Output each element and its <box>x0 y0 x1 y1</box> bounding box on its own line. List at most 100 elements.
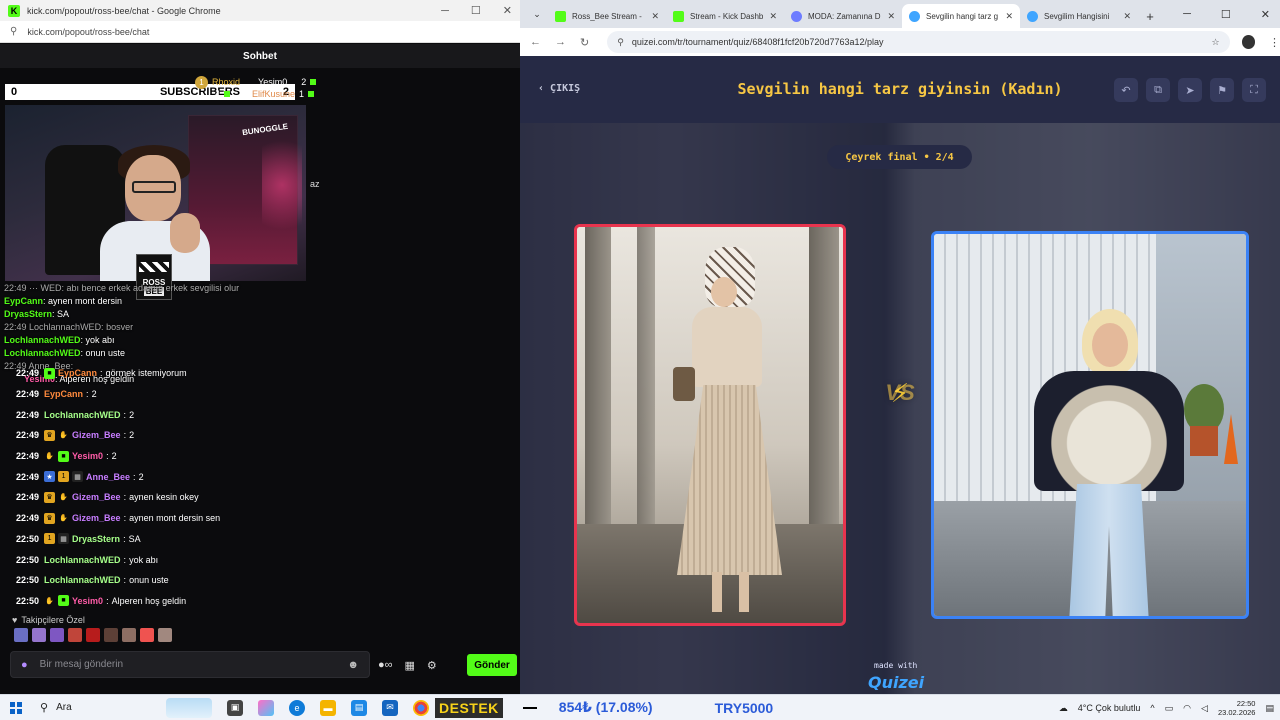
quizei-logo[interactable]: Quizei <box>868 673 924 692</box>
emote[interactable] <box>86 628 100 642</box>
new-tab-icon[interactable]: + <box>1138 4 1162 28</box>
reload-icon[interactable]: ↻ <box>580 36 589 49</box>
settings-gear-icon[interactable]: ⚙ <box>427 659 437 672</box>
message-username[interactable]: Anne_Bee <box>86 472 130 482</box>
message-timestamp: 22:49 <box>16 513 40 524</box>
chat-message: 22:49 ♛ ✋ Gizem_Bee: aynen kesin okey <box>16 487 516 508</box>
message-username[interactable]: Gizem_Bee <box>72 492 121 502</box>
chat-message: 22:49 ■ EypCann: görmek istemiyorum <box>16 363 516 384</box>
windows-start-icon[interactable] <box>10 701 22 714</box>
overlay-message: 22:49 LochlannachWED: bosver <box>4 321 324 334</box>
pleated-skirt <box>677 385 782 575</box>
message-username[interactable]: Yesim0 <box>72 596 103 606</box>
fullscreen-icon[interactable]: ⛶ <box>1242 78 1266 102</box>
edge-browser-icon[interactable]: e <box>289 699 305 716</box>
site-settings-icon[interactable]: ⚲ <box>617 37 624 48</box>
undo-icon[interactable]: ↶ <box>1114 78 1138 102</box>
tab-sevgilim-hangisini[interactable]: Sevgilim Hangisini ✕ <box>1020 4 1138 28</box>
taskbar-search[interactable]: ⚲ Ara <box>40 701 160 714</box>
overlay-message: 22:49 ··· WED: abı bence erkek adamın er… <box>4 282 324 295</box>
close-icon[interactable]: ✕ <box>1261 8 1270 21</box>
notifications-icon[interactable]: ▤ <box>1265 703 1274 714</box>
address-bar-url: quizei.com/tr/tournament/quiz/68408f1fcf… <box>631 37 884 47</box>
ms-store-icon[interactable]: ▤ <box>351 699 367 716</box>
message-username[interactable]: DryasStern <box>72 534 120 544</box>
volume-icon[interactable]: ◁ <box>1201 703 1208 714</box>
message-username[interactable]: LochlannachWED <box>44 555 121 565</box>
weather-text[interactable]: 4°C Çok bulutlu <box>1078 703 1141 713</box>
choice-card-right[interactable] <box>931 231 1249 619</box>
minimize-icon[interactable]: ─ <box>441 5 449 17</box>
left-window-title: kick.com/popout/ross-bee/chat - Google C… <box>27 5 221 16</box>
minimize-icon[interactable]: ─ <box>1183 8 1191 20</box>
message-username[interactable]: EypCann <box>58 368 97 378</box>
copilot-icon[interactable] <box>258 699 274 716</box>
send-button[interactable]: Gönder <box>467 654 517 676</box>
task-view-icon[interactable]: ▣ <box>227 699 243 716</box>
tab-close-icon[interactable]: ✕ <box>651 11 659 22</box>
message-username[interactable]: EypCann <box>44 389 83 399</box>
overlay-underlay-text: 22:49 LochlannachWED: bosver <box>4 322 134 332</box>
tab-kick-dashboard[interactable]: Stream - Kick Dashb ✕ <box>666 4 784 28</box>
close-icon[interactable]: ✕ <box>503 4 512 17</box>
infinity-icon[interactable]: ●∞ <box>378 659 393 671</box>
chat-toolbar: ●∞ ▦ ⚙ <box>378 655 437 675</box>
address-bar[interactable]: ⚲ quizei.com/tr/tournament/quiz/68408f1f… <box>607 31 1230 53</box>
store-icon[interactable]: ▦ <box>405 659 415 672</box>
message-username[interactable]: LochlannachWED <box>44 410 121 420</box>
outfit-model-pleated-dress <box>673 247 787 622</box>
site-info-icon[interactable]: ⚲ <box>10 26 17 37</box>
weather-widget-icon[interactable] <box>166 697 212 718</box>
emote[interactable] <box>158 628 172 642</box>
tab-moda[interactable]: MODA: Zamanına D ✕ <box>784 4 902 28</box>
tab-close-icon[interactable]: ✕ <box>769 11 777 22</box>
chat-message-list: 22:49 ■ EypCann: görmek istemiyorum 22:49 Eyp… <box>16 363 516 611</box>
microphone-icon[interactable]: ● <box>21 659 28 671</box>
profile-avatar[interactable] <box>1241 35 1255 49</box>
overlay-message: LochlannachWED: yok abı <box>4 334 324 347</box>
chat-input[interactable]: ● Bir mesaj gönderin ☻ <box>10 651 370 678</box>
report-flag-icon[interactable]: ⚑ <box>1210 78 1234 102</box>
copy-icon[interactable]: ⧉ <box>1146 78 1170 102</box>
emote[interactable] <box>32 628 46 642</box>
emote[interactable] <box>14 628 28 642</box>
tab-sevgilin-hangi-tarz[interactable]: Sevgilin hangi tarz g ✕ <box>902 4 1020 28</box>
message-username[interactable]: LochlannachWED <box>44 575 121 585</box>
back-arrow-icon[interactable]: ← <box>530 36 541 48</box>
tab-close-icon[interactable]: ✕ <box>1005 11 1013 22</box>
tab-ross-bee-stream[interactable]: Ross_Bee Stream - ✕ <box>548 4 666 28</box>
mail-icon[interactable]: ✉ <box>382 699 398 716</box>
emote[interactable] <box>140 628 154 642</box>
tray-chevron-icon[interactable]: ^ <box>1150 703 1154 713</box>
taskbar-clock[interactable]: 22:50 23.02.2026 <box>1218 699 1256 717</box>
share-send-icon[interactable]: ➤ <box>1178 78 1202 102</box>
emote[interactable] <box>50 628 64 642</box>
choice-card-left[interactable] <box>574 224 846 626</box>
file-explorer-icon[interactable]: ▬ <box>320 699 336 716</box>
wifi-icon[interactable]: ◠ <box>1183 703 1191 714</box>
message-text: Alperen hoş geldin <box>111 595 187 606</box>
chrome-icon[interactable] <box>413 699 429 716</box>
emote[interactable] <box>122 628 136 642</box>
bookmark-star-icon[interactable]: ☆ <box>1211 37 1219 48</box>
message-username[interactable]: Gizem_Bee <box>72 513 121 523</box>
emote[interactable] <box>104 628 118 642</box>
tab-search-icon[interactable]: ⌄ <box>526 3 548 25</box>
maximize-icon[interactable]: ☐ <box>1221 8 1231 21</box>
message-text: 2 <box>111 451 117 462</box>
network-icon[interactable]: ▭ <box>1165 703 1174 714</box>
maximize-icon[interactable]: ☐ <box>471 4 481 17</box>
menu-kebab-icon[interactable]: ⋮ <box>1269 36 1280 49</box>
forward-arrow-icon[interactable]: → <box>555 36 566 48</box>
message-username[interactable]: Yesim0 <box>72 451 103 461</box>
left-url-bar[interactable]: ⚲ kick.com/popout/ross-bee/chat <box>0 21 520 43</box>
tab-close-icon[interactable]: ✕ <box>1123 11 1131 22</box>
clock-time: 22:50 <box>1236 699 1256 708</box>
tab-close-icon[interactable]: ✕ <box>887 11 895 22</box>
emoji-icon[interactable]: ☻ <box>347 659 359 671</box>
gifter-row: 4 ElifKusune 1 <box>195 88 340 100</box>
emote[interactable] <box>68 628 82 642</box>
overlay-text: : yok abı <box>80 335 115 345</box>
heart-icon: ♥ <box>12 615 18 625</box>
message-username[interactable]: Gizem_Bee <box>72 430 121 440</box>
